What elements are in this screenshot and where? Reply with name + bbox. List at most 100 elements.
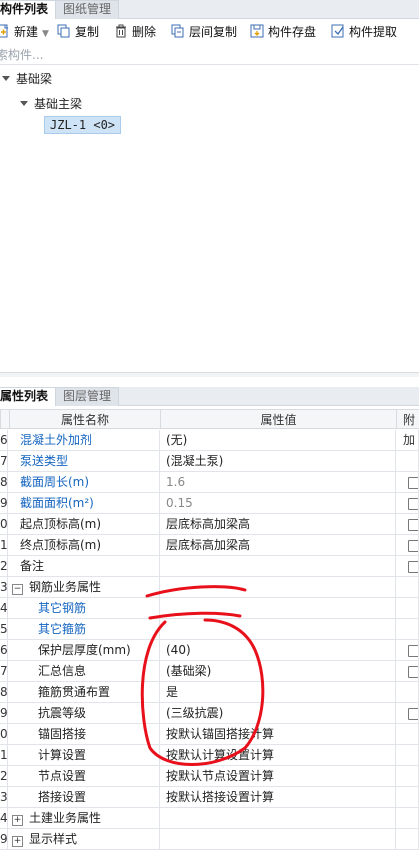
property-name-text: 其它箍筋 — [38, 622, 87, 636]
attach-checkbox[interactable] — [408, 645, 418, 657]
property-value[interactable]: 按默认锚固搭接计算 — [160, 724, 396, 745]
new-icon — [0, 24, 10, 38]
extra-cell — [396, 451, 419, 472]
property-name-text: 搭接设置 — [38, 790, 87, 804]
property-value[interactable] — [160, 598, 396, 619]
property-value[interactable]: 0.15 — [160, 493, 396, 514]
extra-cell — [396, 640, 419, 661]
delete-button[interactable]: 删除 — [114, 23, 156, 41]
expand-arrow-icon[interactable] — [2, 76, 10, 81]
property-row[interactable]: 9 截面面积(m²) 0.15 — [0, 493, 419, 514]
row-index: 3 — [0, 787, 8, 808]
property-group-row[interactable]: 4 + 土建业务属性 — [0, 808, 419, 829]
tree-item-jzl-1[interactable]: JZL-1 <0> — [44, 116, 122, 134]
property-name: 备注 — [8, 556, 160, 577]
property-value[interactable]: 层底标高加梁高 — [160, 535, 396, 556]
attach-checkbox[interactable] — [408, 708, 418, 720]
tab-property-list[interactable]: 属性列表 — [0, 387, 57, 406]
tab-layer-management[interactable]: 图层管理 — [55, 387, 120, 406]
tab-drawing-management[interactable]: 图纸管理 — [55, 0, 120, 19]
floor-copy-icon — [171, 24, 185, 38]
save-component-button[interactable]: 构件存盘 — [250, 23, 316, 41]
property-name-text: 起点顶标高(m) — [20, 517, 102, 531]
expand-icon[interactable]: + — [12, 836, 23, 847]
attach-checkbox[interactable] — [408, 540, 418, 552]
tree-node-foundation-main-beam[interactable]: 基础主梁 — [20, 95, 82, 112]
panel-splitter[interactable] — [0, 372, 419, 377]
row-index: 3 — [0, 577, 8, 598]
property-row[interactable]: 1 终点顶标高(m) 层底标高加梁高 — [0, 535, 419, 556]
extra-cell — [396, 787, 419, 808]
row-index: 2 — [0, 556, 8, 577]
extract-component-button[interactable]: 构件提取 — [331, 23, 397, 41]
tree-node-foundation-beam[interactable]: 基础梁 — [2, 70, 52, 87]
property-group-row[interactable]: 9 + 显示样式 — [0, 829, 419, 850]
property-value[interactable]: 按默认计算设置计算 — [160, 745, 396, 766]
extract-icon — [331, 24, 345, 38]
property-row[interactable]: 9 抗震等级 (三级抗震) — [0, 703, 419, 724]
copy-button[interactable]: 复制 — [57, 23, 99, 41]
property-name-text: 备注 — [20, 559, 45, 573]
property-name: 节点设置 — [8, 766, 160, 787]
property-value[interactable]: 按默认节点设置计算 — [160, 766, 396, 787]
floor-copy-button[interactable]: 层间复制 — [171, 23, 237, 41]
collapse-icon[interactable]: − — [12, 584, 23, 595]
attach-checkbox[interactable] — [408, 561, 418, 573]
extra-cell — [396, 577, 419, 598]
property-row[interactable]: 8 箍筋贯通布置 是 — [0, 682, 419, 703]
property-value[interactable]: (无) — [160, 430, 396, 451]
property-row[interactable]: 7 泵送类型 (混凝土泵) — [0, 451, 419, 472]
property-row[interactable]: 6 保护层厚度(mm) (40) — [0, 640, 419, 661]
tab-component-list[interactable]: 构件列表 — [0, 0, 57, 19]
delete-label: 删除 — [132, 25, 157, 39]
property-row[interactable]: 0 锚固搭接 按默认锚固搭接计算 — [0, 724, 419, 745]
property-row[interactable]: 5 其它箍筋 — [0, 619, 419, 640]
property-value[interactable]: 按默认搭接设置计算 — [160, 787, 396, 808]
property-name: 终点顶标高(m) — [8, 535, 160, 556]
attach-checkbox[interactable] — [408, 519, 418, 531]
row-index: 6 — [0, 640, 8, 661]
bottom-tab-bar: 属性列表 图层管理 — [0, 387, 419, 406]
row-index: 4 — [0, 598, 8, 619]
property-row[interactable]: 7 汇总信息 (基础梁) — [0, 661, 419, 682]
property-value[interactable]: (基础梁) — [160, 661, 396, 682]
property-value[interactable] — [160, 829, 396, 850]
row-index: 0 — [0, 724, 8, 745]
attach-checkbox[interactable] — [408, 477, 418, 489]
expand-arrow-icon[interactable] — [20, 101, 28, 106]
header-property-value: 属性值 — [160, 409, 397, 429]
property-value[interactable] — [160, 619, 396, 640]
property-row[interactable]: 3 搭接设置 按默认搭接设置计算 — [0, 787, 419, 808]
property-row[interactable]: 8 截面周长(m) 1.6 — [0, 472, 419, 493]
property-name-text: 其它钢筋 — [38, 601, 87, 615]
attach-checkbox[interactable] — [408, 666, 418, 678]
search-input[interactable]: 索构件... — [0, 46, 419, 65]
property-row[interactable]: 1 计算设置 按默认计算设置计算 — [0, 745, 419, 766]
property-group-row[interactable]: 3− 钢筋业务属性 — [0, 577, 419, 598]
row-index: 9 — [0, 703, 8, 724]
new-dropdown-icon[interactable]: ▼ — [42, 29, 49, 39]
row-index: 5 — [0, 619, 8, 640]
property-name-text: 泵送类型 — [20, 454, 69, 468]
property-row[interactable]: 4 其它钢筋 — [0, 598, 419, 619]
property-value[interactable]: 层底标高加梁高 — [160, 514, 396, 535]
property-row[interactable]: 6 混凝土外加剂 (无) — [0, 430, 419, 451]
attach-checkbox[interactable] — [408, 498, 418, 510]
property-value[interactable]: 1.6 — [160, 472, 396, 493]
extra-cell — [396, 724, 419, 745]
tree-node-label: 基础梁 — [16, 72, 53, 86]
expand-icon[interactable]: + — [12, 815, 23, 826]
property-row[interactable]: 0 起点顶标高(m) 层底标高加梁高 — [0, 514, 419, 535]
property-value[interactable] — [160, 808, 396, 829]
property-value[interactable]: 是 — [160, 682, 396, 703]
property-name: 其它钢筋 — [8, 598, 160, 619]
property-row[interactable]: 2 节点设置 按默认节点设置计算 — [0, 766, 419, 787]
property-value[interactable]: (混凝土泵) — [160, 451, 396, 472]
new-button[interactable]: 新建 ▼ — [0, 23, 49, 41]
property-value[interactable] — [160, 577, 396, 598]
property-value[interactable]: (40) — [160, 640, 396, 661]
top-tab-bar: 构件列表 图纸管理 — [0, 0, 419, 19]
property-value[interactable]: (三级抗震) — [160, 703, 396, 724]
property-row[interactable]: 2 备注 — [0, 556, 419, 577]
property-value[interactable] — [160, 556, 396, 577]
